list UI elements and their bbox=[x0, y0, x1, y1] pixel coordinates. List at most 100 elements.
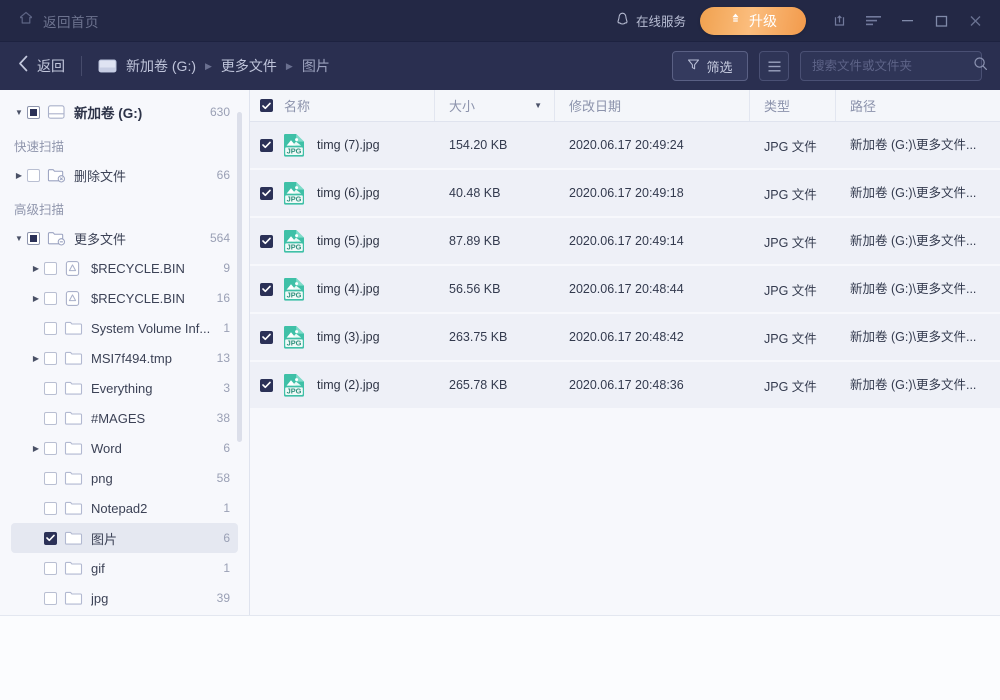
close-icon[interactable] bbox=[958, 0, 992, 41]
tree-item-checkbox[interactable] bbox=[44, 592, 57, 605]
row-checkbox[interactable] bbox=[260, 283, 273, 296]
table-row[interactable]: JPGtimg (6).jpg40.48 KB2020.06.17 20:49:… bbox=[250, 170, 1000, 216]
list-view-icon[interactable] bbox=[759, 51, 789, 81]
back-button-label: 返回 bbox=[37, 56, 65, 76]
tree-item-checkbox[interactable] bbox=[27, 106, 40, 119]
tree-item-gif[interactable]: gif1 bbox=[11, 553, 238, 583]
tree-item-count: 1 bbox=[223, 561, 230, 575]
folder-icon bbox=[64, 530, 83, 546]
drive-icon bbox=[47, 104, 66, 120]
table-row[interactable]: JPGtimg (2).jpg265.78 KB2020.06.17 20:48… bbox=[250, 362, 1000, 408]
chevron-right-icon[interactable]: ▶ bbox=[28, 294, 44, 303]
tree-item-checkbox[interactable] bbox=[44, 292, 57, 305]
chevron-right-icon[interactable]: ▶ bbox=[28, 354, 44, 363]
tree-item-checkbox[interactable] bbox=[44, 442, 57, 455]
tree-item-checkbox[interactable] bbox=[44, 262, 57, 275]
tree-item-checkbox[interactable] bbox=[44, 562, 57, 575]
file-name-label: timg (5).jpg bbox=[317, 234, 380, 248]
upgrade-button[interactable]: 升级 bbox=[700, 7, 806, 35]
tree-item-label: Notepad2 bbox=[91, 501, 215, 516]
tree-item-新加卷-g-[interactable]: ▼新加卷 (G:)630 bbox=[11, 97, 238, 127]
sort-desc-icon[interactable]: ▼ bbox=[534, 101, 542, 110]
tree-item-label: #MAGES bbox=[91, 411, 209, 426]
breadcrumb-item-1[interactable]: 更多文件 bbox=[221, 56, 277, 76]
cell-date: 2020.06.17 20:49:18 bbox=[555, 186, 750, 200]
tree-item-checkbox[interactable] bbox=[44, 502, 57, 515]
back-button[interactable]: 返回 bbox=[18, 55, 65, 77]
breadcrumb-item-2[interactable]: 图片 bbox=[302, 56, 330, 76]
search-box[interactable] bbox=[800, 51, 982, 81]
chevron-right-icon[interactable]: ▶ bbox=[28, 264, 44, 273]
chevron-down-icon[interactable]: ▼ bbox=[11, 234, 27, 243]
home-button[interactable]: 返回首页 bbox=[18, 10, 99, 31]
column-header-name[interactable]: 名称 bbox=[250, 90, 435, 121]
maximize-icon[interactable] bbox=[924, 0, 958, 41]
tree-item-everything[interactable]: Everything3 bbox=[11, 373, 238, 403]
tree-item-count: 9 bbox=[223, 261, 230, 275]
row-checkbox[interactable] bbox=[260, 139, 273, 152]
tree-item-checkbox[interactable] bbox=[44, 322, 57, 335]
table-row[interactable]: JPGtimg (4).jpg56.56 KB2020.06.17 20:48:… bbox=[250, 266, 1000, 312]
filter-button[interactable]: 筛选 bbox=[672, 51, 748, 81]
table-row[interactable]: JPGtimg (7).jpg154.20 KB2020.06.17 20:49… bbox=[250, 122, 1000, 168]
column-header-date[interactable]: 修改日期 bbox=[555, 90, 750, 121]
tree-item--recycle-bin[interactable]: ▶$RECYCLE.BIN16 bbox=[11, 283, 238, 313]
tree-item-checkbox[interactable] bbox=[27, 169, 40, 182]
column-header-name-label: 名称 bbox=[284, 96, 310, 115]
row-checkbox[interactable] bbox=[260, 187, 273, 200]
chevron-down-icon[interactable]: ▼ bbox=[11, 108, 27, 117]
tree-item--mages[interactable]: #MAGES38 bbox=[11, 403, 238, 433]
table-row[interactable]: JPGtimg (5).jpg87.89 KB2020.06.17 20:49:… bbox=[250, 218, 1000, 264]
file-name-label: timg (3).jpg bbox=[317, 330, 380, 344]
tree-item-jpg[interactable]: jpg39 bbox=[11, 583, 238, 613]
minimize-icon[interactable] bbox=[890, 0, 924, 41]
row-checkbox[interactable] bbox=[260, 235, 273, 248]
folder-icon bbox=[64, 410, 83, 426]
menu-lines-icon[interactable] bbox=[856, 0, 890, 41]
file-name-label: timg (7).jpg bbox=[317, 138, 380, 152]
tree-item-删除文件[interactable]: ▶删除文件66 bbox=[11, 160, 238, 190]
tree-item-msi7f494-tmp[interactable]: ▶MSI7f494.tmp13 bbox=[11, 343, 238, 373]
tree-item-system-volume-inf-[interactable]: System Volume Inf...1 bbox=[11, 313, 238, 343]
share-box-icon[interactable] bbox=[822, 0, 856, 41]
row-checkbox[interactable] bbox=[260, 331, 273, 344]
online-service-button[interactable]: 在线服务 bbox=[615, 11, 686, 30]
breadcrumb-item-0[interactable]: 新加卷 (G:) bbox=[126, 56, 196, 76]
chevron-right-icon[interactable]: ▶ bbox=[11, 171, 27, 180]
column-header-type[interactable]: 类型 bbox=[750, 90, 836, 121]
home-button-label: 返回首页 bbox=[43, 11, 99, 31]
nav-actions: 筛选 bbox=[672, 51, 982, 81]
sidebar-scrollbar[interactable] bbox=[237, 112, 242, 442]
tree-item-png[interactable]: png58 bbox=[11, 463, 238, 493]
tree-item-checkbox[interactable] bbox=[44, 472, 57, 485]
column-header-date-label: 修改日期 bbox=[569, 96, 621, 115]
tree-item-图片[interactable]: 图片6 bbox=[11, 523, 238, 553]
column-header-path[interactable]: 路径 bbox=[836, 90, 1000, 121]
tree-item-word[interactable]: ▶Word6 bbox=[11, 433, 238, 463]
drive-icon bbox=[98, 58, 117, 74]
tree-item--recycle-bin[interactable]: ▶$RECYCLE.BIN9 bbox=[11, 253, 238, 283]
tree-item-checkbox[interactable] bbox=[44, 352, 57, 365]
search-icon[interactable] bbox=[973, 56, 988, 76]
row-checkbox[interactable] bbox=[260, 379, 273, 392]
tree-item-count: 1 bbox=[223, 501, 230, 515]
column-header-size[interactable]: 大小 ▼ bbox=[435, 90, 555, 121]
cell-type: JPG 文件 bbox=[750, 328, 836, 347]
svg-text:JPG: JPG bbox=[287, 243, 302, 252]
tree-item-checkbox[interactable] bbox=[27, 232, 40, 245]
cell-path: 新加卷 (G:)\更多文件... bbox=[836, 314, 1000, 360]
tree-item-更多文件[interactable]: ▼更多文件564 bbox=[11, 223, 238, 253]
tree-item-notepad2[interactable]: Notepad2 1 bbox=[11, 493, 238, 523]
tree-item-checkbox[interactable] bbox=[44, 532, 57, 545]
folder-tree-sidebar[interactable]: ▼新加卷 (G:)630快速扫描▶删除文件66高级扫描▼更多文件564▶$REC… bbox=[0, 90, 250, 615]
folder-icon bbox=[64, 440, 83, 456]
tree-item-label: System Volume Inf... bbox=[91, 321, 215, 336]
chevron-right-icon[interactable]: ▶ bbox=[28, 444, 44, 453]
jpg-file-icon: JPG bbox=[283, 133, 305, 157]
select-all-checkbox[interactable] bbox=[260, 99, 273, 112]
tree-item-checkbox[interactable] bbox=[44, 412, 57, 425]
tree-item-checkbox[interactable] bbox=[44, 382, 57, 395]
search-input[interactable] bbox=[812, 59, 973, 73]
table-row[interactable]: JPGtimg (3).jpg263.75 KB2020.06.17 20:48… bbox=[250, 314, 1000, 360]
tree-item-count: 66 bbox=[217, 168, 230, 182]
